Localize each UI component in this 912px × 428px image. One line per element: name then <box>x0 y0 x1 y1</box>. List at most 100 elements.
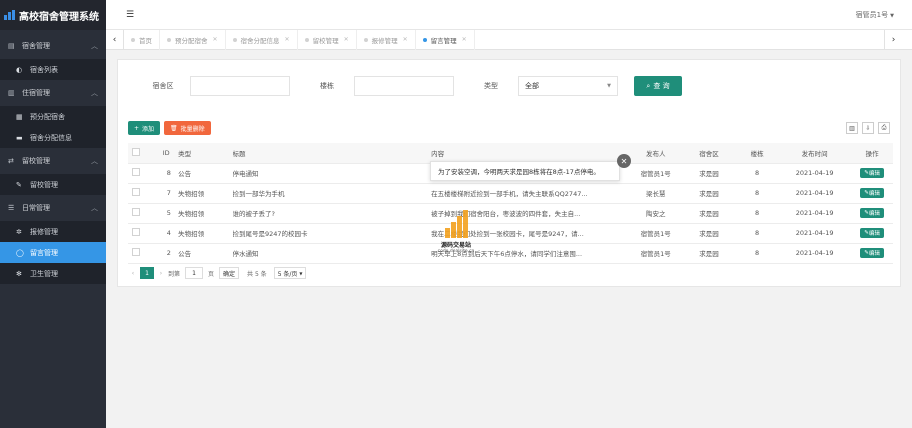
chevron-up-icon: ︿ <box>91 89 98 97</box>
sidebar-item-assign-info[interactable]: ▬ 宿舍分配信息 <box>0 127 106 148</box>
cell-area: 求是园 <box>681 183 737 204</box>
brand-title: 高校宿舍管理系统 <box>19 11 99 23</box>
edit-button[interactable]: ✎ 编辑 <box>860 188 884 198</box>
goto-suffix: 页 <box>208 270 215 278</box>
next-page-icon[interactable]: › <box>156 267 166 279</box>
sidebar-group-stay[interactable]: ⇄ 留校管理 ︿ <box>0 148 106 174</box>
sidebar-item-pre-assign[interactable]: ▦ 预分配宿舍 <box>0 106 106 127</box>
gear-icon: ✲ <box>16 227 22 236</box>
sidebar-item-label: 留校管理 <box>30 180 58 189</box>
barcode-icon: ▦ <box>16 112 23 121</box>
header-type: 类型 <box>178 143 233 164</box>
user-menu[interactable]: 宿管员1号 ▼ <box>856 10 894 20</box>
cell-date: 2021-04-19 <box>778 183 852 204</box>
close-icon[interactable]: ✕ <box>403 36 408 43</box>
add-button-label: 添加 <box>142 125 155 133</box>
export-icon[interactable]: ⇩ <box>862 122 874 134</box>
edit-button[interactable]: ✎ 编辑 <box>860 228 884 238</box>
table-row[interactable]: 4 失物招领 捡到尾号是9247的校园卡 我在二楼我们处捡到一张校园卡，尾号是9… <box>128 223 893 244</box>
cell-id: 4 <box>144 223 179 244</box>
columns-icon[interactable]: ▥ <box>846 122 858 134</box>
search-button[interactable]: ⌕ 查 询 <box>634 76 682 96</box>
header-date: 发布时间 <box>778 143 852 164</box>
cell-type: 失物招领 <box>178 223 233 244</box>
cell-title: 停电通知 <box>232 163 432 184</box>
table-row[interactable]: 2 公告 停水通知 明天早上8点到后天下午6点停水，请同学们注意囤... 宿管员… <box>128 243 893 264</box>
sidebar-item-label: 宿舍分配信息 <box>30 133 72 142</box>
sidebar-group-label: 日常管理 <box>22 204 50 212</box>
exchange-icon: ⇄ <box>8 157 14 165</box>
edit-button[interactable]: ✎ 编辑 <box>860 248 884 258</box>
table-row[interactable]: 7 失物招领 捡到一部华为手机 在五楼楼梯附近捡到一部手机，请失主联系QQ274… <box>128 183 893 204</box>
page-current[interactable]: 1 <box>140 267 154 279</box>
table-toolbar: + 添加 🗑 批量删除 <box>128 121 211 135</box>
tab-scroll-left-icon[interactable]: ‹ <box>106 29 124 50</box>
sidebar-group-label: 宿舍管理 <box>22 42 50 50</box>
close-icon[interactable]: ✕ <box>344 36 349 43</box>
tab-stay[interactable]: 留校管理 ✕ <box>298 29 357 50</box>
cell-content: 在五楼楼梯附近捡到一部手机，请失主联系QQ2747... <box>431 183 630 204</box>
batch-delete-button[interactable]: 🗑 批量删除 <box>164 121 211 135</box>
tab-dot <box>422 37 427 42</box>
watermark-text: 源码交易站 <box>440 242 471 249</box>
sidebar-item-messages[interactable]: ◯ 留言管理 <box>0 242 106 263</box>
tab-assign-info[interactable]: 宿舍分配信息 ✕ <box>226 29 298 50</box>
close-icon[interactable]: ✕ <box>285 36 290 43</box>
sidebar-item-dorm-list[interactable]: ◐ 宿舍列表 <box>0 59 106 80</box>
menu-toggle-icon[interactable]: ☰ <box>126 10 134 20</box>
prev-page-icon[interactable]: ‹ <box>128 267 138 279</box>
close-icon[interactable]: ✕ <box>213 36 218 43</box>
tab-repair[interactable]: 报修管理 ✕ <box>357 29 416 50</box>
row-checkbox[interactable] <box>132 188 141 196</box>
sidebar-item-label: 卫生管理 <box>30 269 58 278</box>
sidebar-item-repair[interactable]: ✲ 报修管理 <box>0 221 106 242</box>
trash-icon: 🗑 <box>170 124 178 132</box>
type-label: 类型 <box>484 82 498 90</box>
table-row[interactable]: 5 失物招领 谁的被子丢了? 被子掉到我们宿舍阳台，枣波波的四件套，失主自...… <box>128 203 893 224</box>
sidebar-item-label: 宿舍列表 <box>30 65 58 74</box>
total-count: 共 5 条 <box>247 270 267 278</box>
page-size-select[interactable]: 5 条/页 ▼ <box>273 267 307 279</box>
select-all-checkbox[interactable] <box>132 147 141 156</box>
sidebar-item-hygiene[interactable]: ✻ 卫生管理 <box>0 263 106 284</box>
tab-scroll-right-icon[interactable]: › <box>884 29 902 50</box>
sidebar-group-lodging[interactable]: ▥ 住宿管理 ︿ <box>0 80 106 106</box>
tab-dot <box>232 37 237 42</box>
row-checkbox[interactable] <box>132 168 141 176</box>
cell-building: 8 <box>736 163 779 184</box>
row-checkbox-cell <box>128 223 145 244</box>
plus-icon: + <box>134 124 140 132</box>
building-input[interactable] <box>354 76 454 96</box>
sidebar-group-dorm[interactable]: ▤ 宿舍管理 ︿ <box>0 33 106 59</box>
goto-confirm-button[interactable]: 确定 <box>219 267 240 279</box>
header-action: 操作 <box>851 143 893 164</box>
add-button[interactable]: + 添加 <box>128 121 161 135</box>
area-input[interactable] <box>190 76 290 96</box>
row-checkbox[interactable] <box>132 208 141 216</box>
tab-dot <box>167 37 171 42</box>
sidebar-item-stay[interactable]: ✎ 留校管理 <box>0 174 106 195</box>
edit-button[interactable]: ✎ 编辑 <box>860 168 884 178</box>
tab-messages[interactable]: 留言管理 ✕ <box>416 29 475 50</box>
watermark-logo-icon <box>444 210 468 238</box>
caret-down-icon: ▼ <box>890 13 894 19</box>
list-icon: ☰ <box>8 204 15 212</box>
goto-page-input[interactable]: 1 <box>185 267 204 279</box>
row-checkbox[interactable] <box>132 228 141 236</box>
edit-button[interactable]: ✎ 编辑 <box>860 208 884 218</box>
sidebar-group-daily[interactable]: ☰ 日常管理 ︿ <box>0 195 106 221</box>
cell-type: 公告 <box>178 163 233 184</box>
row-checkbox[interactable] <box>132 248 141 256</box>
close-icon[interactable]: ✕ <box>462 36 467 43</box>
tooltip-close-icon[interactable]: ✕ <box>617 154 631 168</box>
chevron-up-icon: ︿ <box>91 204 98 212</box>
header-building: 楼栋 <box>736 143 779 164</box>
tab-label: 留校管理 <box>312 36 339 45</box>
tab-home[interactable]: 首页 <box>124 29 160 50</box>
print-icon[interactable]: ⎙ <box>878 122 890 134</box>
cell-title: 谁的被子丢了? <box>232 203 432 224</box>
tab-pre-assign[interactable]: 预分配宿舍 ✕ <box>160 29 226 50</box>
cell-id: 7 <box>144 183 179 204</box>
type-select[interactable]: 全部 ▼ <box>518 76 618 96</box>
type-select-value: 全部 <box>525 82 539 90</box>
